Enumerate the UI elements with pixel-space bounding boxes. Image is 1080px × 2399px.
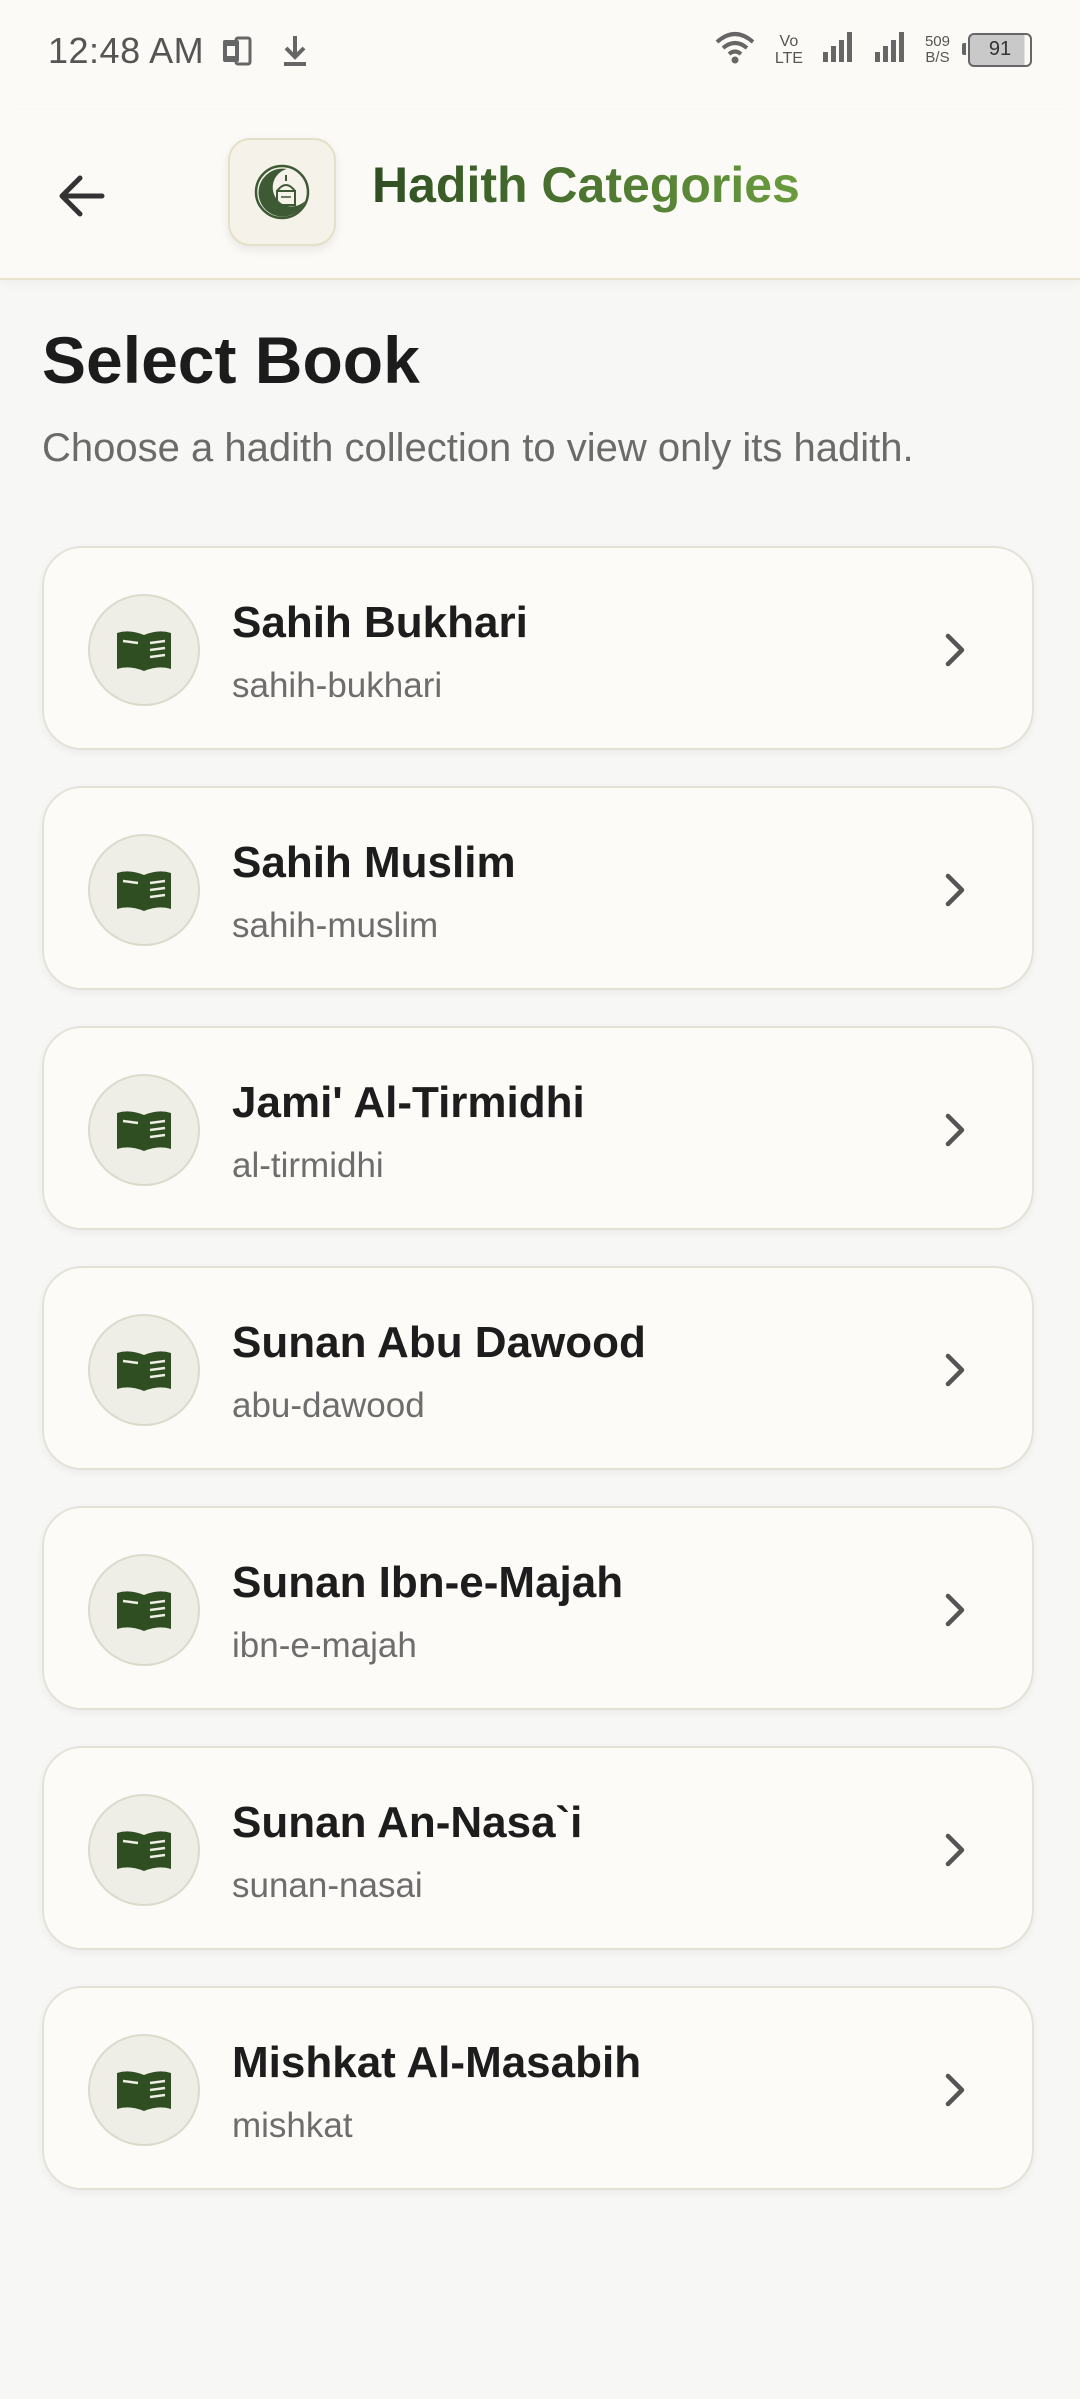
status-left-icons [220,34,310,73]
open-book-icon [117,1591,171,1631]
crescent-mosque-icon [254,164,310,220]
chevron-right-icon [924,1580,984,1640]
page-subtitle: Choose a hadith collection to view only … [42,426,914,470]
volte-bottom: LTE [774,49,803,67]
volte-top: Vo [779,32,799,50]
network-speed: 509 B/S [924,32,950,66]
open-book-icon [117,631,171,671]
book-slug: sahih-bukhari [232,666,443,705]
book-slug: abu-dawood [232,1386,425,1425]
book-slug: ibn-e-majah [232,1626,417,1665]
open-book-icon [117,1351,171,1391]
book-card-sahih-muslim[interactable]: Sahih Muslim sahih-muslim [42,786,1034,990]
book-slug: al-tirmidhi [232,1146,384,1185]
chevron-right-icon [924,860,984,920]
volte-indicator: Vo LTE [775,33,803,67]
page-title: Select Book [42,323,420,397]
book-icon-wrap [88,1074,200,1186]
download-icon [280,34,310,73]
open-book-icon [117,2071,171,2111]
book-list: Sahih Bukhari sahih-bukhari Sahih Muslim… [42,546,1038,2226]
book-icon-wrap [88,594,200,706]
chevron-right-icon [924,1820,984,1880]
chevron-right-icon [924,620,984,680]
book-card-ibn-e-majah[interactable]: Sunan Ibn-e-Majah ibn-e-majah [42,1506,1034,1710]
book-name: Sunan Abu Dawood [232,1318,646,1367]
status-time: 12:48 AM [48,30,205,71]
app-header: Hadith Categories [0,110,1080,280]
network-speed-value: 509 [924,32,950,50]
book-icon-wrap [88,2034,200,2146]
book-card-sahih-bukhari[interactable]: Sahih Bukhari sahih-bukhari [42,546,1034,750]
book-icon-wrap [88,834,200,946]
back-button[interactable] [46,160,118,232]
book-card-mishkat[interactable]: Mishkat Al-Masabih mishkat [42,1986,1034,2190]
signal-icon-2 [873,30,907,69]
open-book-icon [117,1831,171,1871]
book-name: Mishkat Al-Masabih [232,2038,642,2087]
open-book-icon [117,871,171,911]
header-title: Hadith Categories [372,157,800,213]
book-slug: sahih-muslim [232,906,439,945]
chevron-right-icon [924,1340,984,1400]
chevron-right-icon [924,2060,984,2120]
book-card-abu-dawood[interactable]: Sunan Abu Dawood abu-dawood [42,1266,1034,1470]
book-card-al-tirmidhi[interactable]: Jami' Al-Tirmidhi al-tirmidhi [42,1026,1034,1230]
book-name: Sunan An-Nasa`i [232,1798,583,1847]
book-card-sunan-nasai[interactable]: Sunan An-Nasa`i sunan-nasai [42,1746,1034,1950]
status-bar: 12:48 AM Vo LTE 509 B/S 91 [0,0,1080,110]
open-book-icon [117,1111,171,1151]
book-name: Sunan Ibn-e-Majah [232,1558,624,1607]
book-icon-wrap [88,1314,200,1426]
wifi-icon [713,30,757,69]
app-notification-icon [220,34,254,73]
book-name: Sahih Bukhari [232,598,528,647]
book-name: Jami' Al-Tirmidhi [232,1078,585,1127]
battery-icon: 91 [962,32,1032,67]
book-slug: sunan-nasai [232,1866,423,1905]
arrow-left-icon [59,175,105,217]
status-right: Vo LTE 509 B/S 91 [713,30,1032,69]
book-name: Sahih Muslim [232,838,516,887]
book-icon-wrap [88,1794,200,1906]
battery-level: 91 [988,38,1012,60]
book-icon-wrap [88,1554,200,1666]
app-logo [228,138,336,246]
book-slug: mishkat [232,2106,353,2145]
signal-icon-1 [821,30,855,69]
network-speed-unit: B/S [925,48,950,66]
chevron-right-icon [924,1100,984,1160]
